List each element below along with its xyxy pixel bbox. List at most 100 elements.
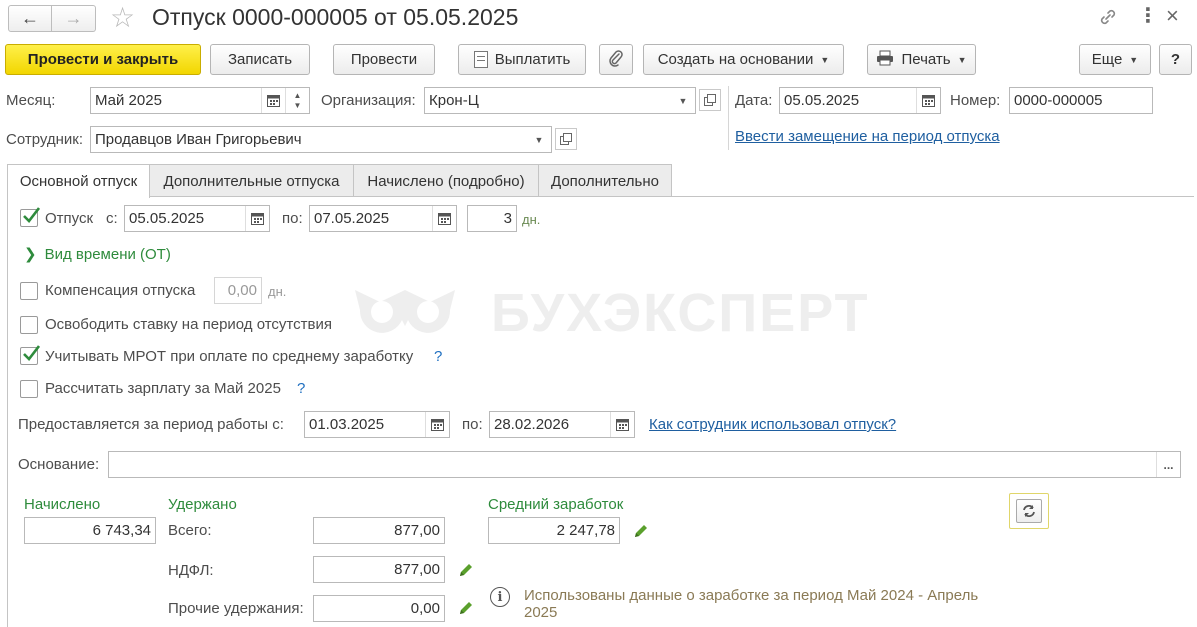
vacation-usage-link[interactable]: Как сотрудник использовал отпуск? (649, 416, 896, 433)
mrot-checkbox[interactable] (20, 345, 40, 365)
employee-label: Сотрудник: (6, 131, 84, 148)
withheld-total-label: Всего: (168, 522, 212, 539)
create-based-on-button[interactable]: Создать на основании ▼ (643, 44, 844, 75)
post-and-close-button[interactable]: Провести и закрыть (5, 44, 201, 75)
tab-accrued-detailed-label: Начислено (подробно) (367, 172, 525, 190)
vacation-checkbox[interactable] (20, 207, 40, 227)
release-rate-label: Освободить ставку на период отсутствия (45, 316, 332, 333)
month-label: Месяц: (6, 92, 56, 109)
calendar-icon[interactable] (916, 88, 940, 113)
vacation-from-field[interactable]: 05.05.2025 (124, 205, 270, 232)
caret-down-icon: ▼ (820, 54, 830, 65)
vertical-divider (728, 86, 729, 150)
month-field[interactable]: Май 2025 ▲ ▼ (90, 87, 310, 114)
save-button[interactable]: Записать (210, 44, 310, 75)
edit-ndfl-pencil-icon[interactable] (457, 561, 475, 579)
avg-earnings-title: Средний заработок (488, 496, 624, 513)
select-basis-button[interactable]: ... (1156, 452, 1180, 477)
open-employee-icon[interactable] (555, 128, 577, 150)
help-label: ? (1170, 51, 1181, 68)
vacation-from-label: с: (106, 210, 118, 227)
basis-field[interactable]: ... (108, 451, 1181, 478)
tab-main-vacation[interactable]: Основной отпуск (7, 164, 150, 198)
other-withholdings-value: 0,00 (410, 600, 440, 617)
more-vertical-icon[interactable]: ⋮ (1138, 4, 1158, 28)
chevron-right-icon: ❯ (24, 246, 37, 263)
withheld-total-field: 877,00 (313, 517, 445, 544)
withheld-total-value: 877,00 (394, 522, 440, 539)
edit-avg-pencil-icon[interactable] (632, 522, 650, 540)
open-organization-icon[interactable] (699, 89, 721, 111)
post-label: Провести (350, 51, 418, 68)
vacation-label: Отпуск (45, 210, 94, 227)
vacation-to-label: по: (282, 210, 303, 227)
number-label: Номер: (950, 92, 1001, 109)
date-field[interactable]: 05.05.2025 (779, 87, 941, 114)
document-icon (473, 51, 488, 68)
create-based-on-label: Создать на основании (657, 51, 814, 68)
release-rate-checkbox[interactable] (20, 316, 38, 334)
post-and-close-label: Провести и закрыть (27, 51, 179, 68)
calc-salary-label: Рассчитать зарплату за Май 2025 (45, 380, 281, 397)
help-button[interactable]: ? (1159, 44, 1192, 75)
accrued-value: 6 743,34 (92, 522, 151, 539)
tab-main-vacation-label: Основной отпуск (19, 173, 138, 190)
tab-panel-border (7, 196, 1194, 197)
spin-stepper[interactable]: ▲ ▼ (285, 88, 309, 113)
tab-accrued-detailed[interactable]: Начислено (подробно) (353, 164, 539, 197)
spin-down-icon[interactable]: ▼ (294, 101, 302, 111)
tab-additional[interactable]: Дополнительно (538, 164, 672, 197)
dropdown-arrow-icon[interactable]: ▼ (671, 88, 695, 113)
ndfl-label: НДФЛ: (168, 562, 214, 579)
pay-button[interactable]: Выплатить (458, 44, 586, 75)
arrow-right-icon: → (64, 8, 83, 28)
link-icon[interactable] (1097, 6, 1119, 28)
time-type-expander[interactable]: ❯ Вид времени (ОТ) (24, 245, 171, 263)
vacation-to-field[interactable]: 07.05.2025 (309, 205, 457, 232)
calendar-icon[interactable] (245, 206, 269, 231)
watermark: БУХЭКСПЕРТ (350, 280, 870, 353)
basis-label: Основание: (18, 456, 100, 473)
substitution-link[interactable]: Ввести замещение на период отпуска (735, 128, 1000, 145)
ndfl-field: 877,00 (313, 556, 445, 583)
number-field[interactable]: 0000-000005 (1009, 87, 1153, 114)
calendar-icon[interactable] (610, 412, 634, 437)
tab-additional-vacations[interactable]: Дополнительные отпуска (149, 164, 354, 197)
close-icon[interactable]: × (1166, 3, 1179, 29)
number-value: 0000-000005 (1014, 92, 1103, 109)
period-to-field[interactable]: 28.02.2026 (489, 411, 635, 438)
mrot-help-icon[interactable]: ? (434, 348, 442, 365)
owl-logo-icon (350, 280, 460, 353)
accrued-field: 6 743,34 (24, 517, 156, 544)
calendar-icon[interactable] (432, 206, 456, 231)
tab-panel-left-border (7, 196, 8, 627)
calc-salary-checkbox[interactable] (20, 380, 38, 398)
compensation-checkbox[interactable] (20, 282, 38, 300)
favorite-star-icon[interactable]: ☆ (110, 3, 135, 33)
back-button[interactable]: ← (8, 5, 52, 32)
refresh-button[interactable] (1009, 493, 1049, 529)
attach-button[interactable] (599, 44, 633, 75)
other-withholdings-label: Прочие удержания: (168, 600, 304, 617)
vacation-days-field[interactable]: 3 (467, 205, 517, 232)
vacation-days-value: 3 (503, 210, 512, 227)
calendar-icon[interactable] (425, 412, 449, 437)
time-type-label: Вид времени (ОТ) (44, 246, 171, 263)
period-from-field[interactable]: 01.03.2025 (304, 411, 450, 438)
more-button[interactable]: Еще ▼ (1079, 44, 1151, 75)
other-withholdings-field: 0,00 (313, 595, 445, 622)
post-button[interactable]: Провести (333, 44, 435, 75)
accrued-title: Начислено (24, 496, 101, 513)
calc-salary-help-icon[interactable]: ? (297, 380, 305, 397)
calendar-icon[interactable] (261, 88, 285, 113)
dropdown-arrow-icon[interactable]: ▼ (527, 127, 551, 152)
period-label: Предоставляется за период работы с: (18, 416, 284, 433)
organization-field[interactable]: Крон-Ц ▼ (424, 87, 696, 114)
employee-field[interactable]: Продавцов Иван Григорьевич ▼ (90, 126, 552, 153)
refresh-icon (1016, 499, 1042, 523)
edit-other-pencil-icon[interactable] (457, 599, 475, 617)
compensation-days-field[interactable]: 0,00 (214, 277, 262, 304)
print-button[interactable]: Печать ▼ (867, 44, 976, 75)
spin-up-icon[interactable]: ▲ (294, 91, 302, 101)
forward-button[interactable]: → (52, 5, 96, 32)
